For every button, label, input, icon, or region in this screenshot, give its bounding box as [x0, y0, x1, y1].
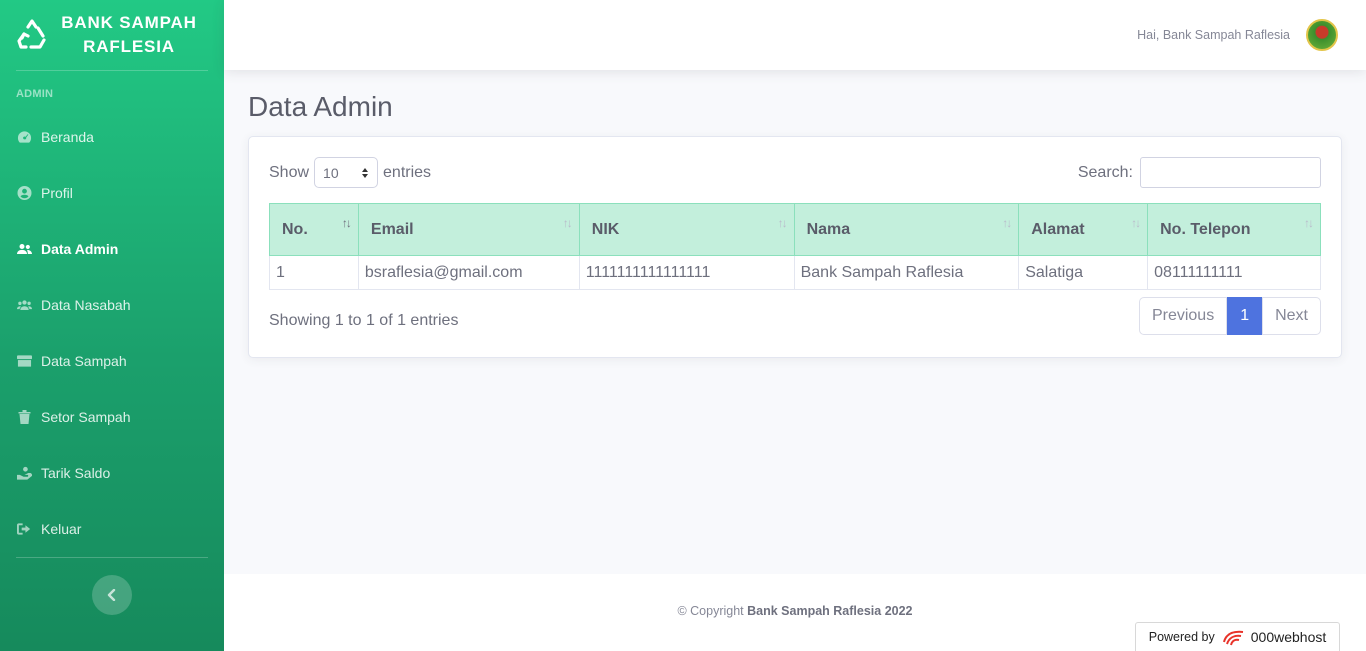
search-input[interactable] — [1140, 157, 1321, 188]
table-info: Showing 1 to 1 of 1 entries — [269, 312, 459, 329]
trash-icon — [16, 410, 33, 424]
sort-icon: ↑↓ — [1304, 216, 1314, 230]
entries-label: entries — [383, 163, 432, 181]
select-arrows-icon — [362, 167, 369, 178]
sidebar-item-label: Data Admin — [41, 241, 119, 257]
recycle-icon — [17, 19, 46, 49]
sort-icon: ↑↓ — [562, 216, 573, 230]
powered-host: 000webhost — [1250, 629, 1327, 645]
sidebar-item-label: Data Sampah — [41, 353, 127, 369]
sidebar-item-tarik-saldo[interactable]: Tarik Saldo — [0, 445, 224, 501]
column-header-nik[interactable]: NIK ↑↓ — [578, 203, 795, 256]
sidebar-heading: ADMIN — [16, 88, 54, 100]
powered-by-badge[interactable]: Powered by 000webhost — [1135, 622, 1340, 651]
dashboard-gauge-icon — [16, 130, 33, 144]
admin-table: No. ↑↓ Email ↑↓ NIK ↑↓ Nama ↑↓ Alamat ↑↓ No. … — [269, 203, 1321, 290]
user-greeting[interactable]: Hai, Bank Sampah Raflesia — [1137, 28, 1290, 42]
sign-out-icon — [16, 522, 33, 536]
sidebar: BANK SAMPAH RAFLESIA ADMIN Beranda Profi… — [0, 0, 224, 651]
topbar: Hai, Bank Sampah Raflesia — [224, 0, 1366, 70]
user-circle-icon — [16, 186, 33, 200]
webhost-logo-icon — [1222, 630, 1243, 646]
column-header-telepon[interactable]: No. Telepon ↑↓ — [1147, 203, 1321, 256]
sidebar-item-label: Profil — [41, 185, 73, 201]
table-row: 1 bsraflesia@gmail.com 1111111111111111 … — [269, 255, 1321, 290]
footer: © Copyright Bank Sampah Raflesia 2022 Po… — [224, 574, 1366, 651]
cell-email: bsraflesia@gmail.com — [357, 255, 580, 290]
powered-label: Powered by — [1148, 630, 1215, 644]
entries-select[interactable]: 10 — [314, 157, 379, 188]
page-title: Data Admin — [248, 91, 393, 122]
show-label: Show — [269, 163, 310, 181]
users-group-icon — [16, 298, 33, 312]
cell-nama: Bank Sampah Raflesia — [793, 255, 1020, 290]
pagination: Previous 1 Next — [1138, 297, 1321, 335]
pagination-next[interactable]: Next — [1262, 297, 1321, 335]
avatar[interactable] — [1306, 19, 1338, 51]
entries-length-control: Show 10 entries — [269, 157, 431, 188]
sidebar-item-data-admin[interactable]: Data Admin — [0, 221, 224, 277]
copyright-name: Bank Sampah Raflesia 2022 — [747, 604, 913, 618]
data-table-card: Show 10 entries Search: No. ↑↓ Email ↑↓ NI… — [248, 136, 1342, 358]
box-icon — [16, 354, 33, 368]
column-header-nama[interactable]: Nama ↑↓ — [793, 203, 1020, 256]
sidebar-item-label: Keluar — [41, 521, 82, 537]
sort-asc-icon: ↑↓ — [341, 216, 352, 230]
search-label: Search: — [1077, 163, 1133, 181]
cell-nik: 1111111111111111 — [578, 255, 795, 290]
sort-icon: ↑↓ — [1002, 216, 1012, 230]
sort-icon: ↑↓ — [1131, 216, 1141, 230]
sidebar-item-keluar[interactable]: Keluar — [0, 501, 224, 557]
sidebar-item-label: Data Nasabah — [41, 297, 131, 313]
search-control: Search: — [1078, 157, 1321, 188]
brand[interactable]: BANK SAMPAH RAFLESIA — [0, 0, 224, 70]
sidebar-item-label: Tarik Saldo — [41, 465, 111, 481]
pagination-previous[interactable]: Previous — [1138, 297, 1228, 335]
hand-holding-icon — [16, 466, 33, 480]
sidebar-item-data-sampah[interactable]: Data Sampah — [0, 333, 224, 389]
table-header-row: No. ↑↓ Email ↑↓ NIK ↑↓ Nama ↑↓ Alamat ↑↓ No. … — [269, 203, 1321, 256]
sort-icon: ↑↓ — [777, 216, 788, 230]
brand-line-2: RAFLESIA — [83, 37, 175, 56]
users-icon — [16, 242, 33, 256]
pagination-page-1[interactable]: 1 — [1227, 297, 1263, 335]
brand-line-1: BANK SAMPAH — [61, 13, 197, 32]
sidebar-item-profil[interactable]: Profil — [0, 165, 224, 221]
column-header-alamat[interactable]: Alamat ↑↓ — [1018, 203, 1149, 256]
sidebar-toggle-button[interactable] — [92, 575, 132, 615]
sidebar-item-beranda[interactable]: Beranda — [0, 109, 224, 165]
chevron-left-icon — [107, 589, 116, 601]
sidebar-item-setor-sampah[interactable]: Setor Sampah — [0, 389, 224, 445]
cell-alamat: Salatiga — [1018, 255, 1149, 290]
column-header-no[interactable]: No. ↑↓ — [269, 203, 359, 256]
entries-select-value: 10 — [323, 164, 339, 181]
cell-no: 1 — [269, 255, 359, 290]
sidebar-item-data-nasabah[interactable]: Data Nasabah — [0, 277, 224, 333]
column-header-email[interactable]: Email ↑↓ — [357, 203, 580, 256]
sidebar-item-label: Setor Sampah — [41, 409, 131, 425]
copyright-prefix: © Copyright — [677, 604, 744, 618]
sidebar-item-label: Beranda — [41, 129, 94, 145]
cell-telepon: 08111111111 — [1147, 255, 1321, 290]
